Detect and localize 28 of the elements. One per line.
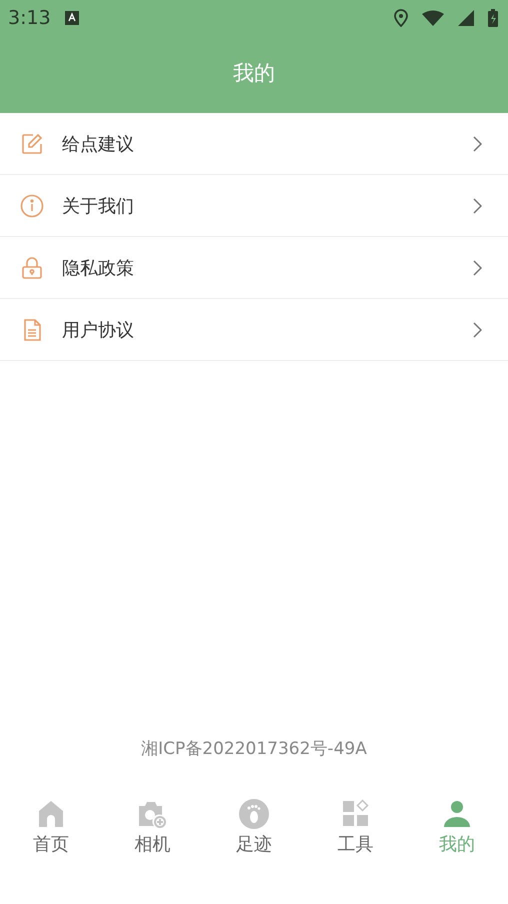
nav-tab[interactable]: 相机 <box>102 798 204 874</box>
battery-icon <box>488 9 498 27</box>
location-icon <box>394 9 408 27</box>
menu-item[interactable]: 关于我们 <box>0 175 508 237</box>
edit-icon <box>20 132 44 156</box>
chevron-right-icon <box>473 136 482 152</box>
page-title: 我的 <box>233 60 275 86</box>
wifi-icon <box>422 10 444 26</box>
icp-record-text: 湘ICP备2022017362号-49A <box>141 738 367 760</box>
signal-icon <box>458 10 474 26</box>
nav-tab[interactable]: 首页 <box>0 798 102 874</box>
info-icon <box>20 194 44 218</box>
chevron-right-icon <box>473 260 482 276</box>
menu-item[interactable]: 给点建议 <box>0 113 508 175</box>
footprint-icon <box>238 798 270 830</box>
menu-label: 隐私政策 <box>62 256 135 280</box>
lock-icon <box>20 256 44 280</box>
nav-tab[interactable]: 工具 <box>304 798 406 874</box>
status-time: 3:13 <box>8 7 51 29</box>
chevron-right-icon <box>473 198 482 214</box>
menu-item[interactable]: 用户协议 <box>0 299 508 361</box>
menu-label: 给点建议 <box>62 132 135 156</box>
menu-label: 用户协议 <box>62 318 135 342</box>
menu-label: 关于我们 <box>62 194 135 218</box>
chevron-right-icon <box>473 322 482 338</box>
nav-tab[interactable]: 足迹 <box>203 798 305 874</box>
keyboard-icon <box>64 11 79 25</box>
menu-item[interactable]: 隐私政策 <box>0 237 508 299</box>
